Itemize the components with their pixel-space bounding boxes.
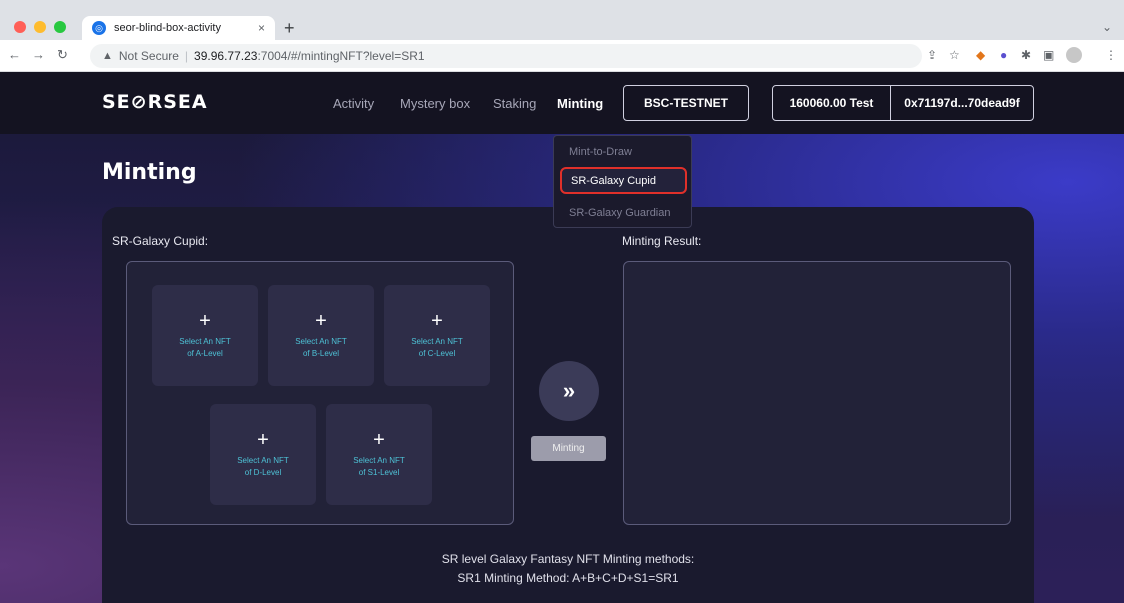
methods-title: SR level Galaxy Fantasy NFT Minting meth…	[441, 552, 695, 566]
tab-close-icon[interactable]: ×	[258, 21, 265, 35]
add-icon: +	[257, 428, 269, 451]
browser-toolbar: ← → ↻ ▲ Not Secure | 39.96.77.23 :7004/#…	[0, 40, 1124, 72]
nav-staking[interactable]: Staking	[493, 96, 536, 111]
site-favicon-icon: ◎	[92, 21, 106, 35]
nav-activity[interactable]: Activity	[333, 96, 374, 111]
page-title: Minting	[102, 160, 197, 185]
slot-label-line1: Select An NFT	[411, 336, 463, 346]
nft-slot-b[interactable]: + Select An NFT of B-Level	[268, 285, 374, 386]
add-icon: +	[373, 428, 385, 451]
methods-formula: SR1 Minting Method: A+B+C+D+S1=SR1	[457, 571, 679, 585]
profile-avatar-icon[interactable]	[1066, 47, 1082, 63]
nav-minting[interactable]: Minting	[557, 96, 603, 111]
site-logo[interactable]: SE⊘RSEA	[102, 91, 208, 113]
nft-slot-s1[interactable]: + Select An NFT of S1-Level	[326, 404, 432, 505]
site-header: SE⊘RSEA Activity Mystery box Staking Min…	[0, 72, 1124, 134]
address-divider: |	[184, 49, 189, 63]
security-label: Not Secure	[118, 49, 179, 63]
url-path: :7004/#/mintingNFT?level=SR1	[257, 49, 425, 63]
add-icon: +	[199, 309, 211, 332]
share-icon[interactable]: ⇪	[927, 48, 937, 62]
nft-slot-c[interactable]: + Select An NFT of C-Level	[384, 285, 490, 386]
back-arrow-icon[interactable]: ←	[8, 47, 21, 62]
url-host: 39.96.77.23	[194, 49, 258, 63]
minting-button[interactable]: Minting	[531, 436, 606, 461]
wallet-address[interactable]: 0x71197d...70dead9f	[891, 86, 1033, 120]
slot-label-line1: Select An NFT	[295, 336, 347, 346]
slot-label-line2: of C-Level	[418, 348, 456, 358]
tab-search-icon[interactable]: ⌄	[1102, 20, 1112, 34]
reload-icon[interactable]: ↻	[57, 47, 68, 63]
bookmark-star-icon[interactable]: ☆	[949, 48, 960, 62]
new-tab-button[interactable]: +	[284, 18, 295, 39]
minting-result-panel	[623, 261, 1011, 525]
balance-display: 160060.00 Test	[773, 86, 891, 120]
minting-card: SR-Galaxy Cupid: Minting Result: + Selec…	[102, 207, 1034, 603]
nft-slot-d[interactable]: + Select An NFT of D-Level	[210, 404, 316, 505]
side-panel-icon[interactable]: ▣	[1043, 48, 1054, 62]
slot-label-line2: of B-Level	[302, 348, 340, 358]
address-bar[interactable]: ▲ Not Secure | 39.96.77.23 :7004/#/minti…	[90, 44, 922, 68]
web-page: SE⊘RSEA Activity Mystery box Staking Min…	[0, 72, 1124, 603]
nft-selection-panel: + Select An NFT of A-Level + Select An N…	[126, 261, 514, 525]
puzzle-extensions-icon[interactable]: ✱	[1021, 48, 1031, 62]
slot-label-line1: Select An NFT	[237, 455, 289, 465]
minting-dropdown-menu: Mint-to-Draw SR-Galaxy Cupid SR-Galaxy G…	[553, 135, 692, 228]
more-menu-icon[interactable]: ⋮	[1105, 48, 1117, 62]
browser-tab-strip: ◎ seor-blind-box-activity × + ⌄	[0, 0, 1124, 40]
account-box[interactable]: 160060.00 Test 0x71197d...70dead9f	[772, 85, 1034, 121]
maximize-window-button[interactable]	[54, 21, 66, 33]
result-panel-label: Minting Result:	[622, 234, 702, 248]
minimize-window-button[interactable]	[34, 21, 46, 33]
slot-label-line2: of D-Level	[244, 467, 282, 477]
extension-icon[interactable]: ●	[1000, 48, 1007, 62]
dropdown-item-sr-galaxy-cupid[interactable]: SR-Galaxy Cupid	[560, 167, 687, 194]
slot-label-line1: Select An NFT	[353, 455, 405, 465]
add-icon: +	[431, 309, 443, 332]
browser-tab[interactable]: ◎ seor-blind-box-activity ×	[82, 16, 275, 40]
metamask-fox-icon[interactable]: ◆	[976, 48, 985, 62]
slot-label-line2: of S1-Level	[358, 467, 400, 477]
window-controls	[14, 21, 66, 33]
tab-title: seor-blind-box-activity	[114, 22, 221, 34]
slot-label-line1: Select An NFT	[179, 336, 231, 346]
warning-icon: ▲	[102, 50, 113, 62]
nft-slot-a[interactable]: + Select An NFT of A-Level	[152, 285, 258, 386]
dropdown-item-sr-galaxy-guardian[interactable]: SR-Galaxy Guardian	[560, 199, 687, 226]
dropdown-item-mint-to-draw[interactable]: Mint-to-Draw	[560, 138, 687, 165]
add-icon: +	[315, 309, 327, 332]
close-window-button[interactable]	[14, 21, 26, 33]
forward-arrow-icon[interactable]: →	[32, 47, 45, 62]
left-panel-label: SR-Galaxy Cupid:	[112, 234, 209, 248]
nav-mystery-box[interactable]: Mystery box	[400, 96, 470, 111]
network-button[interactable]: BSC-TESTNET	[623, 85, 749, 121]
double-chevron-right-icon: »	[539, 361, 599, 421]
slot-label-line2: of A-Level	[187, 348, 223, 358]
